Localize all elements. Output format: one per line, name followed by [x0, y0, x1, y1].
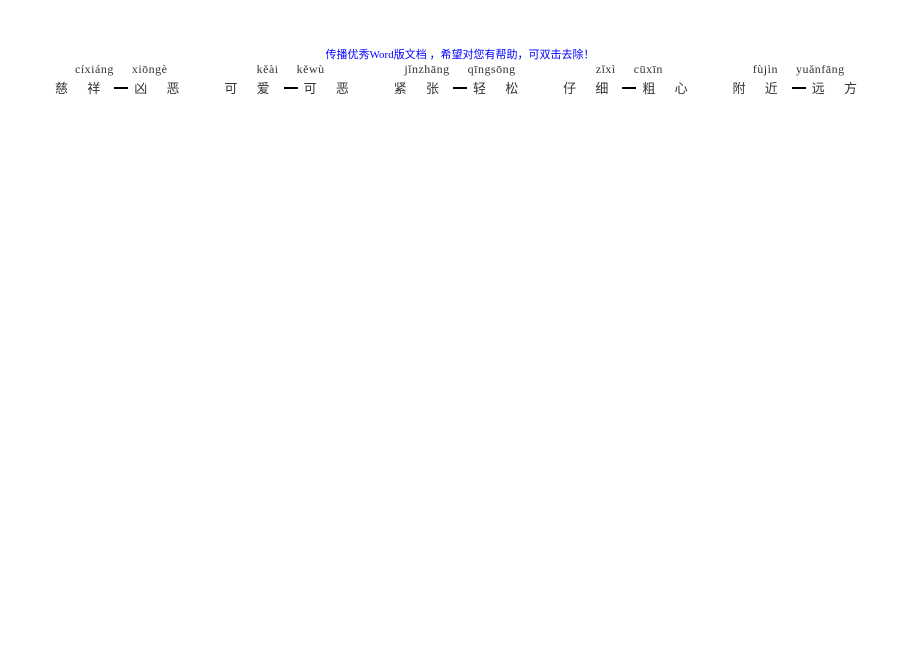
- pinyin-row: jǐnzhāng qīngsōng: [404, 62, 515, 77]
- hanzi-left: 可 爱: [224, 78, 277, 97]
- pinyin-left: zǐxì: [596, 62, 616, 77]
- hanzi-right: 轻 松: [473, 78, 526, 97]
- dash-icon: [792, 87, 806, 89]
- hanzi-left: 附 近: [732, 78, 785, 97]
- pinyin-left: fùjìn: [753, 62, 778, 77]
- word-pair: kěài kěwù 可 爱 可 恶: [224, 62, 357, 97]
- pinyin-left: jǐnzhāng: [404, 62, 449, 77]
- hanzi-left: 紧 张: [394, 78, 447, 97]
- word-pair: jǐnzhāng qīngsōng 紧 张 轻 松: [394, 62, 527, 97]
- hanzi-row: 附 近 远 方: [732, 78, 865, 97]
- word-pair: zǐxì cūxīn 仔 细 粗 心: [563, 62, 696, 97]
- hanzi-row: 可 爱 可 恶: [224, 78, 357, 97]
- pinyin-row: zǐxì cūxīn: [596, 62, 663, 77]
- antonym-pairs-row: cíxiáng xiōngè 慈 祥 凶 恶 kěài kěwù 可 爱 可 恶…: [55, 62, 865, 97]
- hanzi-right: 粗 心: [642, 78, 695, 97]
- hanzi-row: 仔 细 粗 心: [563, 78, 696, 97]
- hanzi-left: 仔 细: [563, 78, 616, 97]
- hanzi-right: 可 恶: [304, 78, 357, 97]
- pinyin-right: xiōngè: [132, 62, 168, 77]
- hanzi-row: 紧 张 轻 松: [394, 78, 527, 97]
- hanzi-row: 慈 祥 凶 恶: [55, 78, 188, 97]
- pinyin-right: kěwù: [297, 62, 325, 77]
- word-pair: cíxiáng xiōngè 慈 祥 凶 恶: [55, 62, 188, 97]
- dash-icon: [114, 87, 128, 89]
- hanzi-left: 慈 祥: [55, 78, 108, 97]
- pinyin-row: fùjìn yuǎnfāng: [753, 62, 845, 77]
- dash-icon: [453, 87, 467, 89]
- pinyin-left: cíxiáng: [75, 62, 114, 77]
- dash-icon: [622, 87, 636, 89]
- pinyin-row: cíxiáng xiōngè: [75, 62, 168, 77]
- hanzi-right: 远 方: [812, 78, 865, 97]
- pinyin-left: kěài: [257, 62, 279, 77]
- hanzi-right: 凶 恶: [134, 78, 187, 97]
- pinyin-right: yuǎnfāng: [796, 62, 845, 77]
- dash-icon: [284, 87, 298, 89]
- word-pair: fùjìn yuǎnfāng 附 近 远 方: [732, 62, 865, 97]
- pinyin-right: cūxīn: [634, 62, 663, 77]
- pinyin-right: qīngsōng: [468, 62, 516, 77]
- header-note: 传播优秀Word版文档 ，希望对您有帮助，可双击去除！: [0, 46, 920, 62]
- pinyin-row: kěài kěwù: [257, 62, 325, 77]
